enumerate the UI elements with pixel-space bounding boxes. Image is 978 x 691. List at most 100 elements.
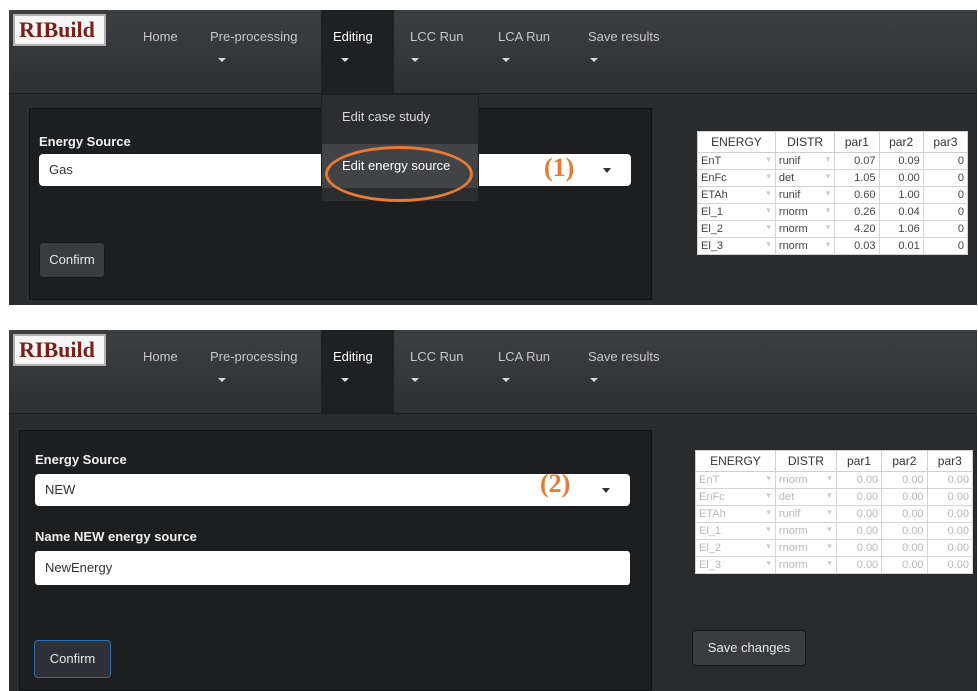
cell-energy[interactable]: El_3 <box>697 237 776 255</box>
cell-energy[interactable]: EnT <box>697 152 776 170</box>
nav-lca-run[interactable]: LCA Run <box>482 330 568 414</box>
cell-par1[interactable]: 4.20 <box>834 220 880 238</box>
cell-par1[interactable]: 0.00 <box>835 556 883 574</box>
cell-par1[interactable]: 0.60 <box>834 186 880 204</box>
cell-distr[interactable]: rnorm <box>774 539 837 557</box>
cell-distr[interactable]: rnorm <box>774 556 837 574</box>
cell-par1[interactable]: 1.05 <box>834 169 880 187</box>
nav-pre-processing[interactable]: Pre-processing <box>201 10 321 94</box>
cell-energy[interactable]: El_3 <box>695 556 776 574</box>
cell-par1[interactable]: 0.00 <box>835 505 883 523</box>
cell-par1[interactable]: 0.03 <box>834 237 880 255</box>
cell-par2[interactable]: 0.04 <box>878 203 924 221</box>
cell-par1[interactable]: 0.00 <box>835 522 883 540</box>
cell-par2[interactable]: 1.06 <box>878 220 924 238</box>
chevron-down-icon <box>411 58 419 62</box>
chevron-down-icon <box>602 488 610 493</box>
cell-par3[interactable]: 0.00 <box>926 471 974 489</box>
nav-lca-run-label: LCA Run <box>498 349 551 364</box>
save-changes-button[interactable]: Save changes <box>692 630 806 666</box>
cell-par3[interactable]: 0 <box>922 203 969 221</box>
cell-energy[interactable]: El_1 <box>695 522 776 540</box>
cell-par2[interactable]: 0.00 <box>878 169 924 187</box>
table-row: El_1 rnorm 0.26 0.04 0 <box>697 203 969 221</box>
cell-distr[interactable]: det <box>774 488 837 506</box>
logo: RIBuild <box>13 14 106 46</box>
menu-item-edit-case-study[interactable]: Edit case study <box>322 95 478 139</box>
cell-par3[interactable]: 0 <box>922 152 969 170</box>
cell-energy[interactable]: EnFc <box>695 488 776 506</box>
cell-par3[interactable]: 0.00 <box>926 539 974 557</box>
cell-par1[interactable]: 0.26 <box>834 203 880 221</box>
table-row: EnT runif 0.07 0.09 0 <box>697 152 969 170</box>
cell-distr[interactable]: rnorm <box>774 522 837 540</box>
nav-lca-run[interactable]: LCA Run <box>482 10 568 94</box>
chevron-down-icon <box>502 58 510 62</box>
confirm-button[interactable]: Confirm <box>39 242 105 278</box>
cell-distr[interactable]: runif <box>774 505 837 523</box>
cell-par2[interactable]: 0.00 <box>881 522 928 540</box>
cell-energy[interactable]: El_2 <box>697 220 776 238</box>
cell-par3[interactable]: 0 <box>922 169 969 187</box>
nav-save-results[interactable]: Save results <box>568 10 680 94</box>
cell-par3[interactable]: 0 <box>922 220 969 238</box>
new-energy-name-input[interactable]: NewEnergy <box>35 551 630 585</box>
cell-distr[interactable]: runif <box>774 152 836 170</box>
nav-editing[interactable]: Editing <box>321 10 394 94</box>
cell-par3[interactable]: 0.00 <box>926 522 974 540</box>
nav-home[interactable]: Home <box>131 10 201 94</box>
cell-energy[interactable]: ETAh <box>695 505 776 523</box>
cell-energy[interactable]: EnT <box>695 471 776 489</box>
nav-home[interactable]: Home <box>131 330 201 414</box>
cell-par1[interactable]: 0.00 <box>835 539 883 557</box>
nav-editing[interactable]: Editing <box>321 330 394 414</box>
cell-energy[interactable]: ETAh <box>697 186 776 204</box>
menu-item-edit-energy-source[interactable]: Edit energy source <box>322 144 478 188</box>
energy-table: ENERGY DISTR par1 par2 par3 EnT rnorm 0.… <box>695 450 974 574</box>
column-header: par2 <box>881 450 928 472</box>
cell-par2[interactable]: 0.00 <box>881 556 928 574</box>
panel-2-screenshot: RIBuild Home Pre-processing Editing LCC … <box>9 330 977 691</box>
cell-par3[interactable]: 0 <box>922 237 969 255</box>
cell-par3[interactable]: 0 <box>922 186 969 204</box>
cell-par2[interactable]: 0.00 <box>881 471 928 489</box>
cell-distr[interactable]: rnorm <box>774 220 836 238</box>
cell-par3[interactable]: 0.00 <box>926 505 974 523</box>
cell-par2[interactable]: 0.09 <box>878 152 924 170</box>
panel-1-screenshot: RIBuild Home Pre-processing Editing LCC … <box>9 10 977 305</box>
cell-par2[interactable]: 0.00 <box>881 488 928 506</box>
cell-par1[interactable]: 0.07 <box>834 152 880 170</box>
cell-distr[interactable]: rnorm <box>774 237 836 255</box>
cell-energy[interactable]: EnFc <box>697 169 776 187</box>
annotation-marker-1: (1) <box>544 153 575 182</box>
cell-distr[interactable]: rnorm <box>774 203 836 221</box>
table-row: ETAh runif 0.60 1.00 0 <box>697 186 969 204</box>
nav-editing-label: Editing <box>333 29 373 44</box>
column-header: par2 <box>878 131 924 153</box>
cell-distr[interactable]: runif <box>774 186 836 204</box>
column-header: DISTR <box>774 450 837 472</box>
cell-energy[interactable]: El_1 <box>697 203 776 221</box>
cell-energy[interactable]: El_2 <box>695 539 776 557</box>
cell-par2[interactable]: 1.00 <box>878 186 924 204</box>
column-header: DISTR <box>774 131 836 153</box>
nav-pre-processing[interactable]: Pre-processing <box>201 330 321 414</box>
cell-par3[interactable]: 0.00 <box>926 556 974 574</box>
cell-par1[interactable]: 0.00 <box>835 471 883 489</box>
cell-par2[interactable]: 0.00 <box>881 539 928 557</box>
column-header: ENERGY <box>695 450 776 472</box>
nav-editing-label: Editing <box>333 349 373 364</box>
cell-distr[interactable]: det <box>774 169 836 187</box>
nav-save-results[interactable]: Save results <box>568 330 680 414</box>
confirm-button[interactable]: Confirm <box>34 640 111 678</box>
nav-lcc-run[interactable]: LCC Run <box>394 10 482 94</box>
cell-par3[interactable]: 0.00 <box>926 488 974 506</box>
cell-distr[interactable]: rnorm <box>774 471 837 489</box>
table-row: EnFc det 0.00 0.00 0.00 <box>695 488 974 506</box>
energy-source-label: Energy Source <box>35 452 127 467</box>
cell-par2[interactable]: 0.00 <box>881 505 928 523</box>
nav-lcc-run[interactable]: LCC Run <box>394 330 482 414</box>
cell-par2[interactable]: 0.01 <box>878 237 924 255</box>
cell-par1[interactable]: 0.00 <box>835 488 883 506</box>
table-row: El_3 rnorm 0.03 0.01 0 <box>697 237 969 255</box>
